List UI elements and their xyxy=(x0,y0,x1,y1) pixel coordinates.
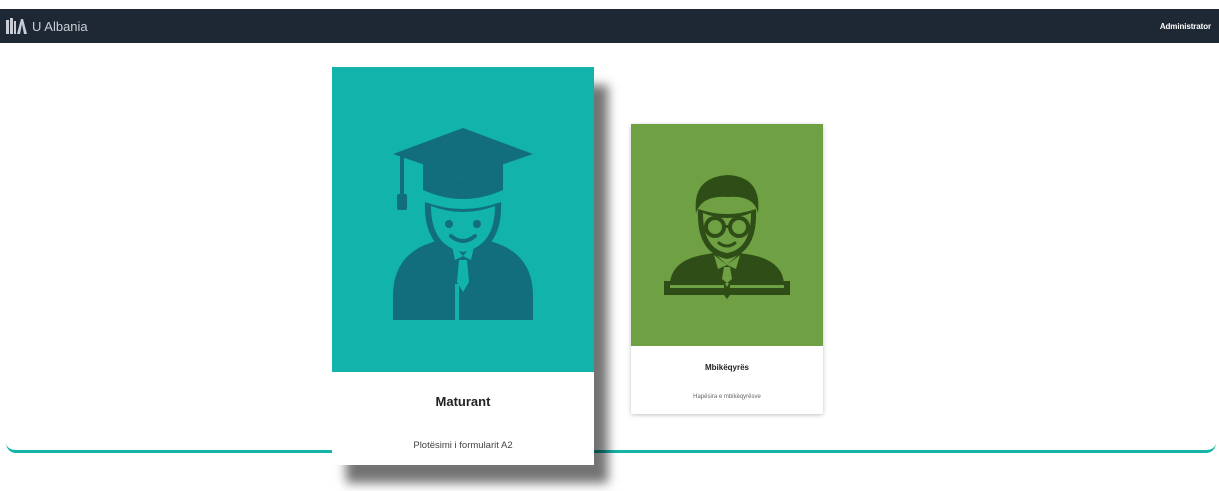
card-maturant-image xyxy=(332,67,594,372)
top-navbar: U Albania Administrator xyxy=(0,9,1219,43)
card-maturant-title: Maturant xyxy=(435,394,491,409)
teacher-icon xyxy=(664,175,790,299)
card-mbikeqyres-title: Mbikëqyrës xyxy=(704,363,750,372)
content-panel xyxy=(6,60,1216,453)
card-maturant-subtitle: Plotësimi i formularit A2 xyxy=(413,440,513,451)
graduate-icon xyxy=(393,127,533,320)
brand-link[interactable]: U Albania xyxy=(6,18,88,34)
card-mbikeqyres-subtitle: Hapësira e mbikëqyrësve xyxy=(693,394,761,400)
card-maturant[interactable]: Maturant Plotësimi i formularit A2 xyxy=(332,67,594,465)
card-mbikeqyres[interactable]: Mbikëqyrës Hapësira e mbikëqyrësve xyxy=(631,124,823,414)
card-mbikeqyres-image xyxy=(631,124,823,346)
books-icon xyxy=(6,18,27,34)
brand-name: U Albania xyxy=(32,18,88,34)
user-menu[interactable]: Administrator xyxy=(1160,22,1211,31)
